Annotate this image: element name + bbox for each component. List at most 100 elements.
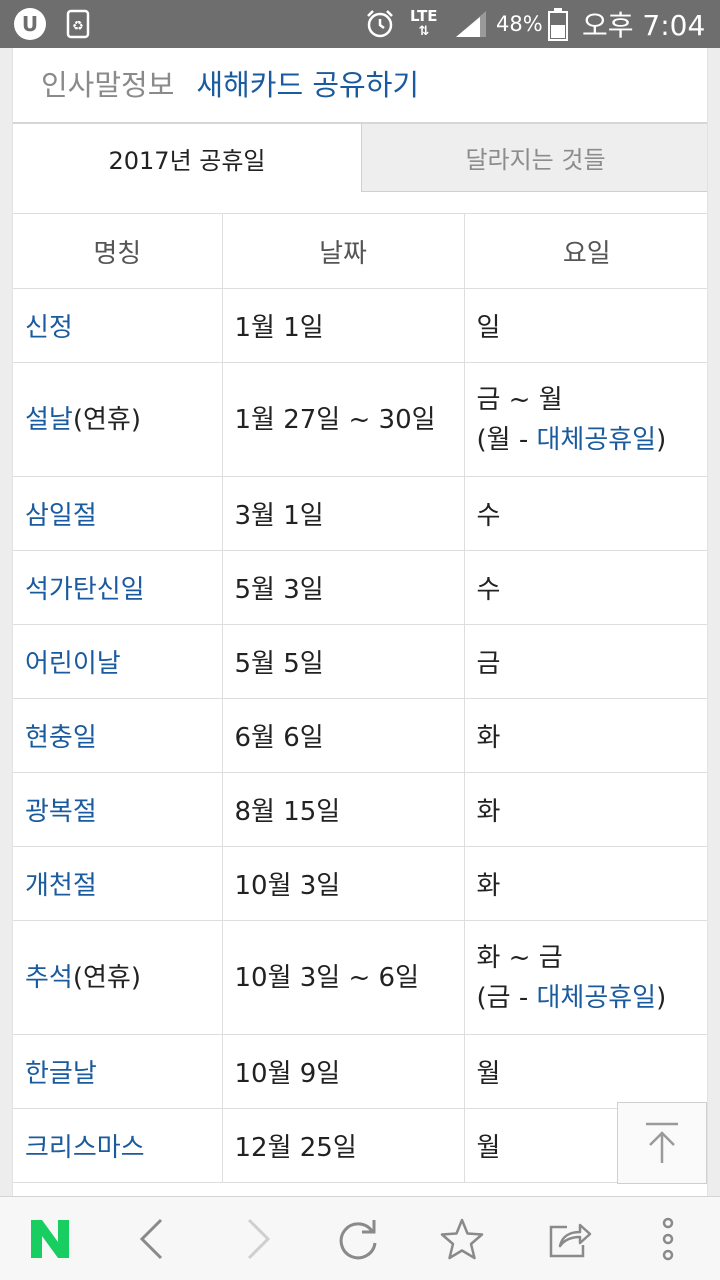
table-row: 석가탄신일 5월 3일 수: [13, 550, 707, 625]
battery-icon: [548, 0, 568, 48]
table-row: 어린이날 5월 5일 금: [13, 624, 707, 699]
holiday-name-link[interactable]: 석가탄신일: [25, 575, 145, 605]
table-row: 설날(연휴) 1월 27일 ~ 30일 금 ~ 월 (월 - 대체공휴일): [13, 362, 707, 477]
holiday-date: 12월 25일: [221, 1108, 465, 1183]
holiday-date: 5월 3일: [221, 550, 465, 625]
back-icon[interactable]: [112, 1197, 192, 1280]
holiday-name-link[interactable]: 광복절: [25, 797, 97, 827]
holiday-name-cell: 개천절: [13, 846, 223, 921]
holiday-name-link[interactable]: 한글날: [25, 1059, 97, 1089]
data-transfer-icon: ⇅: [418, 24, 430, 39]
more-menu-icon[interactable]: [628, 1197, 708, 1280]
holiday-date: 5월 5일: [221, 624, 465, 699]
holiday-name-cell: 설날(연휴): [13, 362, 223, 477]
holiday-name-suffix: (연휴): [72, 404, 141, 435]
holiday-name-link[interactable]: 신정: [25, 313, 73, 343]
substitute-holiday-link[interactable]: 대체공휴일: [536, 983, 656, 1013]
holiday-name-suffix: (연휴): [72, 962, 141, 993]
substitute-holiday-link[interactable]: 대체공휴일: [536, 425, 656, 455]
recycle-icon: ♻: [66, 0, 90, 48]
note-prefix: (금 -: [476, 982, 537, 1013]
forward-icon[interactable]: [218, 1197, 298, 1280]
holiday-date: 10월 3일: [221, 846, 465, 921]
holiday-day: 화: [463, 846, 707, 921]
table-header-row: 명칭 날짜 요일: [13, 213, 707, 289]
arrow-up-icon: [646, 1122, 678, 1163]
holiday-name-link[interactable]: 크리스마스: [25, 1133, 145, 1163]
holiday-name-cell: 석가탄신일: [13, 550, 223, 625]
header-name: 명칭: [13, 213, 223, 289]
holiday-date: 10월 9일: [221, 1034, 465, 1109]
refresh-icon[interactable]: [318, 1197, 398, 1280]
holiday-table: 명칭 날짜 요일 신정 1월 1일 일 설날(연휴) 1월 27일 ~ 30일 …: [13, 213, 707, 1183]
holiday-date: 1월 27일 ~ 30일: [221, 362, 465, 477]
holiday-day: 월: [463, 1034, 707, 1109]
table-row: 현충일 6월 6일 화: [13, 698, 707, 773]
holiday-date: 6월 6일: [221, 698, 465, 773]
table-row: 한글날 10월 9일 월: [13, 1034, 707, 1109]
browser-bottom-bar: [0, 1196, 720, 1280]
status-bar: U ♻ LTE ⇅ 48% 오후 7:04: [0, 0, 720, 48]
u-plus-app-icon: U: [12, 0, 48, 48]
holiday-name-link[interactable]: 설날: [25, 405, 73, 435]
holiday-name-cell: 크리스마스: [13, 1108, 223, 1183]
holiday-date: 1월 1일: [221, 288, 465, 363]
holiday-date: 8월 15일: [221, 772, 465, 847]
signal-strength-icon: [454, 0, 488, 48]
table-row: 신정 1월 1일 일: [13, 288, 707, 363]
holiday-date: 10월 3일 ~ 6일: [221, 920, 465, 1035]
holiday-day-cell: 화 ~ 금 (금 - 대체공휴일): [463, 920, 707, 1035]
holiday-day-cell: 금 ~ 월 (월 - 대체공휴일): [463, 362, 707, 477]
holiday-name-link[interactable]: 삼일절: [25, 501, 97, 531]
note-suffix: ): [656, 424, 667, 455]
note-prefix: (월 -: [476, 424, 537, 455]
svg-text:U: U: [22, 12, 38, 36]
breadcrumb-parent[interactable]: 인사말정보: [41, 62, 174, 104]
note-suffix: ): [656, 982, 667, 1013]
holiday-date: 3월 1일: [221, 476, 465, 551]
table-row: 광복절 8월 15일 화: [13, 772, 707, 847]
table-row: 개천절 10월 3일 화: [13, 846, 707, 921]
holiday-name-cell: 추석(연휴): [13, 920, 223, 1035]
holiday-name-link[interactable]: 현충일: [25, 723, 97, 753]
battery-percent: 48%: [496, 12, 543, 36]
lte-label: LTE: [410, 7, 438, 25]
clock: 오후 7:04: [582, 9, 706, 42]
share-icon[interactable]: [530, 1197, 610, 1280]
header-day: 요일: [463, 213, 707, 289]
holiday-day: 화 ~ 금: [476, 942, 563, 973]
header-date: 날짜: [221, 213, 465, 289]
table-row: 추석(연휴) 10월 3일 ~ 6일 화 ~ 금 (금 - 대체공휴일): [13, 920, 707, 1035]
svg-text:♻: ♻: [72, 19, 84, 34]
breadcrumb: 인사말정보 새해카드 공유하기: [41, 62, 419, 104]
holiday-name-cell: 신정: [13, 288, 223, 363]
holiday-day: 일: [463, 288, 707, 363]
holiday-day: 화: [463, 772, 707, 847]
holiday-day-note: (월 - 대체공휴일): [477, 420, 698, 460]
holiday-day-note: (금 - 대체공휴일): [477, 978, 698, 1018]
holiday-name-cell: 어린이날: [13, 624, 223, 699]
holiday-name-cell: 삼일절: [13, 476, 223, 551]
naver-logo-icon[interactable]: [10, 1197, 90, 1280]
table-row: 크리스마스 12월 25일 월: [13, 1108, 707, 1183]
holiday-name-link[interactable]: 추석: [25, 963, 73, 993]
holiday-day: 금 ~ 월: [476, 384, 563, 415]
bookmark-star-icon[interactable]: [422, 1197, 502, 1280]
holiday-name-cell: 한글날: [13, 1034, 223, 1109]
holiday-day: 수: [463, 476, 707, 551]
table-row: 삼일절 3월 1일 수: [13, 476, 707, 551]
tab-changes[interactable]: 달라지는 것들: [361, 124, 707, 192]
holiday-day: 수: [463, 550, 707, 625]
holiday-name-link[interactable]: 개천절: [25, 871, 97, 901]
breadcrumb-current[interactable]: 새해카드 공유하기: [196, 62, 419, 104]
holiday-name-link[interactable]: 어린이날: [25, 649, 121, 679]
lte-indicator: LTE ⇅: [410, 0, 438, 48]
holiday-name-cell: 현충일: [13, 698, 223, 773]
alarm-clock-icon: [364, 0, 396, 48]
holiday-day: 화: [463, 698, 707, 773]
tab-2017-holidays[interactable]: 2017년 공휴일: [13, 124, 361, 192]
holiday-name-cell: 광복절: [13, 772, 223, 847]
holiday-day: 금: [463, 624, 707, 699]
tab-bar: 2017년 공휴일 달라지는 것들: [13, 124, 707, 192]
scroll-to-top-button[interactable]: [617, 1102, 707, 1184]
